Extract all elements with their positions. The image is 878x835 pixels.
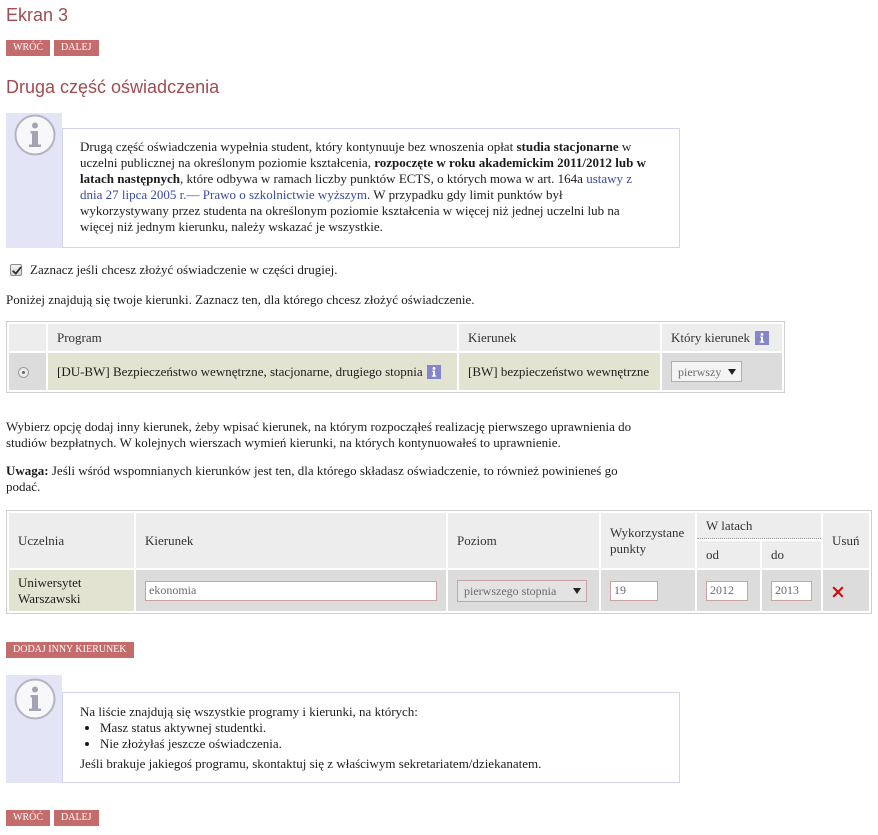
info-list-outro: Jeśli brakuje jakiegoś programu, skontak… [80, 756, 542, 771]
dropdown-arrow-icon [728, 368, 736, 375]
select-column-header [9, 324, 46, 351]
poziom-cell: pierwszego stopnia [448, 570, 599, 611]
next-button[interactable]: DALEJ [54, 40, 99, 56]
uczelnia-cell: Uniwersytet Warszawski [9, 570, 134, 611]
next-button[interactable]: DALEJ [54, 810, 99, 826]
note-body: Jeśli wśród wspomnianych kierunków jest … [6, 463, 618, 494]
info-box-content: Drugą część oświadczenia wypełnia studen… [62, 128, 680, 248]
programs-table: Program Kierunek Który kierunek [DU-BW] … [6, 321, 785, 393]
info-emphasis: studia stacjonarne [516, 139, 619, 154]
info-text: Drugą część oświadczenia wypełnia studen… [80, 139, 517, 154]
info-circle-icon [14, 678, 56, 720]
year-from-input[interactable] [706, 580, 748, 601]
year-to-input[interactable] [771, 580, 812, 601]
program-name: [DU-BW] Bezpieczeństwo wewnętrzne, stacj… [57, 363, 423, 379]
part-two-checkbox-label: Zaznacz jeśli chcesz złożyć oświadczenie… [30, 262, 338, 277]
radio-cell [9, 353, 46, 390]
instructions-text: Wybierz opcję dodaj inny kierunek, żeby … [6, 419, 632, 450]
years-column-header: W latach [697, 513, 822, 539]
back-button[interactable]: WRÓĆ [6, 810, 50, 826]
previous-studies-table: Uczelnia Kierunek Poziom Wykorzystane pu… [6, 510, 873, 614]
which-kierunek-header-label: Który kierunek [671, 329, 751, 345]
kierunek-column-header: Kierunek [459, 324, 660, 351]
note-text: Uwaga: Jeśli wśród wspomnianych kierunkó… [6, 463, 650, 495]
info-square-icon[interactable] [755, 330, 770, 345]
table-row: Uniwersytet Warszawski pierwszego stopni… [9, 570, 870, 611]
info-text: , które odbywa w ramach liczby punktów E… [180, 171, 587, 186]
year-from-cell [697, 570, 760, 611]
program-cell: [DU-BW] Bezpieczeństwo wewnętrzne, stacj… [48, 353, 457, 390]
part-two-checkbox-row[interactable]: Zaznacz jeśli chcesz złożyć oświadczenie… [10, 262, 338, 278]
add-kierunek-button[interactable]: DODAJ INNY KIERUNEK [6, 642, 134, 658]
uczelnia-column-header: Uczelnia [9, 513, 134, 568]
back-button[interactable]: WRÓĆ [6, 40, 50, 56]
info-list: Masz status aktywnej studentki. Nie złoż… [80, 720, 647, 752]
add-row-area: DODAJ INNY KIERUNEK [6, 642, 134, 658]
points-cell [601, 570, 695, 611]
check-icon [12, 266, 22, 275]
kierunek-cell [136, 570, 446, 611]
bottom-navigation: WRÓĆ DALEJ [6, 810, 99, 826]
remove-x-icon[interactable] [832, 586, 844, 598]
note-label: Uwaga: [6, 463, 49, 478]
table-row: [DU-BW] Bezpieczeństwo wewnętrzne, stacj… [9, 353, 782, 390]
program-column-header: Program [48, 324, 457, 351]
list-item: Nie złożyłaś jeszcze oświadczenia. [100, 736, 647, 752]
programs-intro-text: Poniżej znajdują się twoje kierunki. Zaz… [6, 292, 475, 307]
kierunek-column-header: Kierunek [136, 513, 446, 568]
which-kierunek-value: pierwszy [678, 364, 722, 379]
year-to-cell [762, 570, 822, 611]
dropdown-arrow-icon [573, 587, 581, 594]
list-item: Masz status aktywnej studentki. [100, 720, 647, 736]
kierunek-input[interactable] [145, 580, 437, 601]
table-header-row: Uczelnia Kierunek Poziom Wykorzystane pu… [9, 513, 870, 568]
info-circle-icon [14, 114, 56, 156]
which-kierunek-select[interactable]: pierwszy [671, 361, 742, 382]
year-from-column-header: od [697, 541, 760, 568]
points-input[interactable] [610, 580, 658, 601]
remove-cell [823, 570, 870, 611]
poziom-column-header: Poziom [448, 513, 599, 568]
table-header-row: Program Kierunek Który kierunek [9, 324, 782, 351]
program-radio[interactable] [18, 367, 29, 379]
info-box-ects: Drugą część oświadczenia wypełnia studen… [6, 113, 680, 248]
part-two-checkbox[interactable] [10, 264, 22, 276]
points-column-header: Wykorzystane punkty [601, 513, 695, 568]
section-title: Druga część oświadczenia [6, 77, 220, 97]
info-square-icon[interactable] [426, 364, 441, 379]
info-box-list-help: Na liście znajdują się wszystkie program… [6, 675, 680, 783]
page-title: Ekran 3 [6, 5, 69, 25]
which-kierunek-column-header: Który kierunek [662, 324, 782, 351]
year-to-column-header: do [762, 541, 822, 568]
poziom-select[interactable]: pierwszego stopnia [457, 579, 587, 602]
info-list-intro: Na liście znajdują się wszystkie program… [80, 704, 418, 719]
top-navigation: WRÓĆ DALEJ [6, 40, 99, 56]
kierunek-cell: [BW] bezpieczeństwo wewnętrzne [459, 353, 660, 390]
poziom-value: pierwszego stopnia [464, 583, 557, 598]
which-kierunek-cell: pierwszy [662, 353, 782, 390]
info-box-content: Na liście znajdują się wszystkie program… [62, 692, 680, 783]
remove-column-header: Usuń [823, 513, 870, 568]
